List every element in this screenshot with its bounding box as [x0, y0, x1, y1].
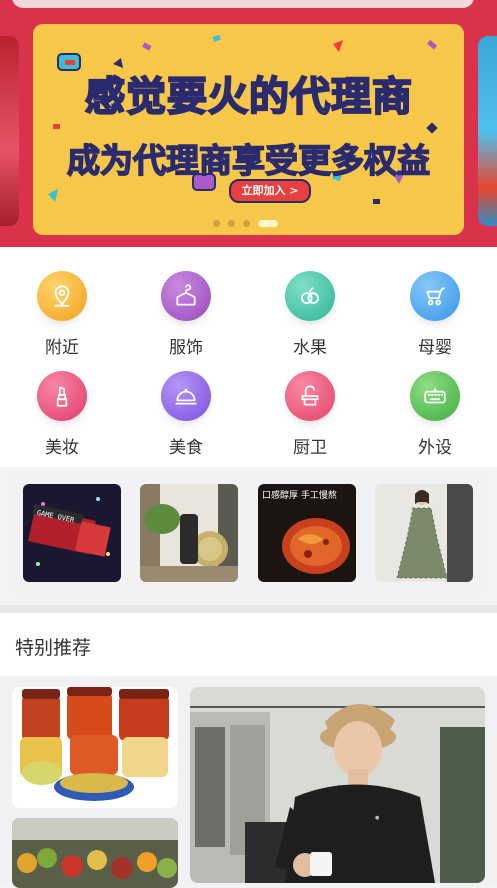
category-label: 母婴: [418, 338, 452, 358]
search-bar[interactable]: [12, 0, 474, 8]
product-card-tshirt[interactable]: ●: [190, 687, 485, 883]
stroller-icon: [410, 271, 460, 321]
category-label: 美食: [169, 438, 203, 458]
banner-subheadline: 成为代理商享受更多权益: [66, 140, 431, 181]
category-label: 美妆: [45, 438, 79, 458]
banner-prev-card[interactable]: [0, 36, 19, 226]
shirt-hanger-icon: [161, 271, 211, 321]
banner-next-card[interactable]: [478, 36, 497, 226]
fruit-icon: [285, 271, 335, 321]
pagination-dot[interactable]: [243, 220, 250, 227]
category-beauty[interactable]: 美妆: [22, 371, 102, 458]
promo-banner[interactable]: 感觉要火的代理商 成为代理商享受更多权益 立即加入 >: [33, 24, 464, 235]
pagination-dot[interactable]: [213, 220, 220, 227]
hotpot-thumb[interactable]: 口感醇厚 手工慢熬: [258, 484, 356, 582]
confetti-decoration: [48, 34, 438, 204]
lipstick-icon: [37, 371, 87, 421]
product-card-sauce[interactable]: [12, 687, 178, 808]
section-divider: [0, 605, 497, 613]
food-dome-icon: [161, 371, 211, 421]
game-box-thumb[interactable]: GAME OVER: [23, 484, 121, 582]
featured-thumbnails: GAME OVER 口感醇厚 手工慢熬: [13, 474, 484, 593]
category-fruit[interactable]: 水果: [270, 271, 350, 358]
join-now-button[interactable]: 立即加入 >: [229, 179, 311, 203]
category-label: 厨卫: [293, 438, 327, 458]
pagination-dot-active[interactable]: [258, 220, 278, 227]
banner-headline: 感觉要火的代理商: [84, 73, 413, 121]
faucet-icon: [285, 371, 335, 421]
category-food[interactable]: 美食: [146, 371, 226, 458]
recommend-feed: ●: [0, 676, 497, 888]
recommend-header: 特别推荐: [0, 613, 497, 676]
category-label: 水果: [293, 338, 327, 358]
dress-thumb[interactable]: [375, 484, 473, 582]
category-label: 外设: [418, 438, 452, 458]
category-clothing[interactable]: 服饰: [146, 271, 226, 358]
category-label: 附近: [45, 338, 79, 358]
location-pin-icon: [37, 271, 87, 321]
banner-pagination: [213, 220, 278, 227]
section-title: 特别推荐: [15, 637, 92, 659]
category-peripherals[interactable]: 外设: [395, 371, 475, 458]
pagination-dot[interactable]: [228, 220, 235, 227]
category-nearby[interactable]: 附近: [22, 271, 102, 358]
svg-text:●: ●: [375, 815, 380, 821]
hotpot-caption: 口感醇厚 手工慢熬: [262, 489, 337, 501]
category-kitchen-bath[interactable]: 厨卫: [270, 371, 350, 458]
category-label: 服饰: [169, 338, 203, 358]
keyboard-icon: [410, 371, 460, 421]
category-baby[interactable]: 母婴: [395, 271, 475, 358]
product-card-fruit-market[interactable]: [12, 818, 178, 888]
cafe-thumb[interactable]: [140, 484, 238, 582]
category-grid: 附近 服饰 水果 母婴 美妆 美食 厨卫 外设: [0, 247, 497, 467]
